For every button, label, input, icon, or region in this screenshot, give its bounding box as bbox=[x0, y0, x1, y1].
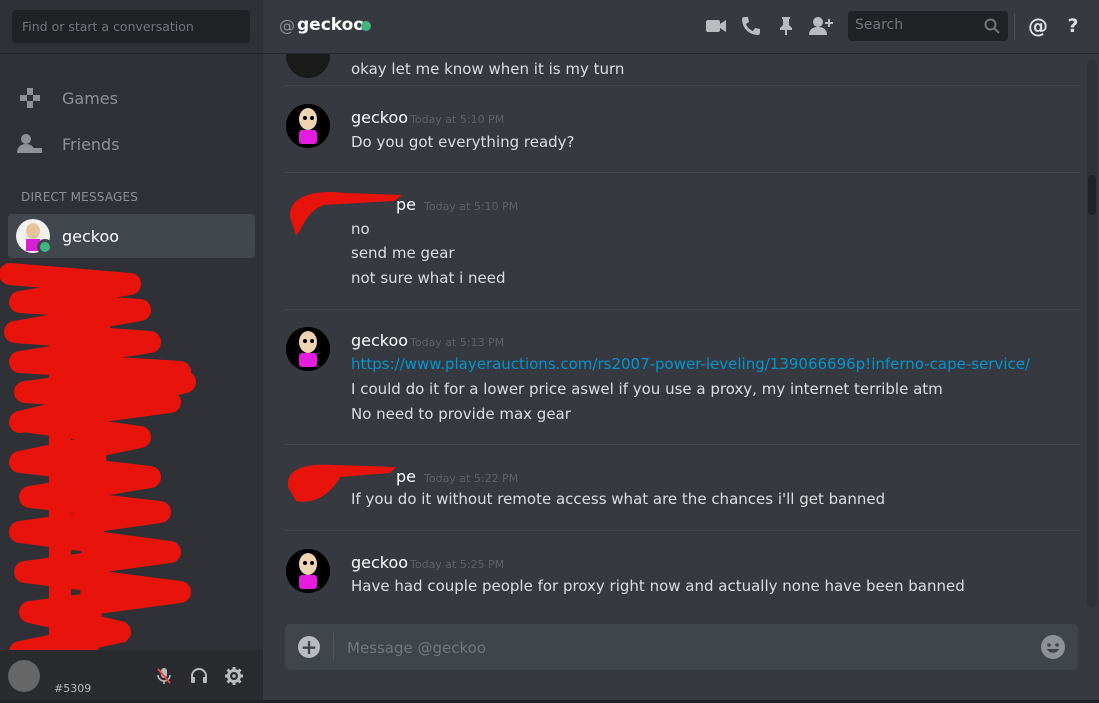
message-author[interactable]: geckoo bbox=[351, 331, 408, 350]
at-icon: @ bbox=[1028, 14, 1048, 38]
search-conversation-input[interactable] bbox=[12, 10, 250, 43]
message-group: geckoo Today at 5:13 PM https://www.play… bbox=[284, 309, 1080, 445]
message-text: Have had couple people for proxy right n… bbox=[351, 577, 965, 595]
message-composer: + bbox=[285, 624, 1078, 670]
online-status-indicator bbox=[37, 239, 53, 255]
censor-scribble bbox=[289, 192, 402, 235]
sidebar: Games Friends DIRECT MESSAGES geckoo #53… bbox=[0, 0, 263, 703]
add-friend-button[interactable] bbox=[808, 13, 834, 39]
avatar bbox=[286, 54, 330, 78]
gamepad-icon bbox=[16, 84, 44, 112]
avatar[interactable] bbox=[286, 327, 330, 371]
message-group: okay let me know when it is my turn bbox=[284, 54, 1080, 84]
search-placeholder: Search bbox=[855, 17, 904, 33]
search-icon bbox=[984, 18, 1000, 34]
channel-title: geckoo bbox=[297, 15, 365, 35]
channel-header: @ geckoo Search @ ? bbox=[263, 0, 1099, 54]
user-panel: #5309 bbox=[0, 650, 263, 703]
message-text: Do you got everything ready? bbox=[351, 133, 575, 151]
dm-item-geckoo[interactable]: geckoo bbox=[8, 214, 255, 258]
pin-icon bbox=[780, 17, 792, 35]
voice-call-button[interactable] bbox=[738, 13, 764, 39]
message-author[interactable]: geckoo bbox=[351, 553, 408, 572]
message-timestamp: Today at 5:22 PM bbox=[424, 472, 519, 485]
sidebar-item-games[interactable]: Games bbox=[12, 78, 252, 118]
user-tag: #5309 bbox=[54, 682, 92, 695]
scrollbar-track[interactable] bbox=[1087, 60, 1097, 608]
user-avatar[interactable] bbox=[8, 660, 40, 692]
message-text: okay let me know when it is my turn bbox=[351, 60, 625, 78]
composer-divider bbox=[333, 633, 334, 661]
message-text: I could do it for a lower price aswel if… bbox=[351, 380, 943, 398]
scrollbar-thumb[interactable] bbox=[1088, 175, 1096, 215]
message-text: not sure what i need bbox=[351, 269, 506, 287]
video-call-button[interactable] bbox=[703, 13, 729, 39]
avatar[interactable] bbox=[286, 549, 330, 593]
sidebar-item-friends[interactable]: Friends bbox=[12, 124, 252, 164]
help-button[interactable]: ? bbox=[1060, 13, 1086, 39]
dm-name: geckoo bbox=[62, 226, 120, 246]
sidebar-item-label: Games bbox=[62, 88, 118, 108]
avatar bbox=[16, 219, 53, 255]
censor-scribble bbox=[0, 263, 196, 683]
plus-icon: + bbox=[300, 635, 318, 659]
message-link[interactable]: https://www.playerauctions.com/rs2007-po… bbox=[351, 355, 1030, 373]
help-icon: ? bbox=[1067, 15, 1079, 37]
mentions-button[interactable]: @ bbox=[1025, 13, 1051, 39]
add-user-icon bbox=[809, 17, 833, 35]
message-text: No need to provide max gear bbox=[351, 405, 571, 423]
search-input[interactable]: Search bbox=[848, 11, 1008, 41]
pinned-messages-button[interactable] bbox=[773, 13, 799, 39]
message-timestamp: Today at 5:13 PM bbox=[410, 336, 505, 349]
user-settings-button[interactable] bbox=[220, 662, 248, 690]
microphone-muted-icon bbox=[157, 668, 171, 684]
message-author[interactable]: geckoo bbox=[351, 108, 408, 127]
message-list[interactable]: okay let me know when it is my turn geck… bbox=[263, 54, 1099, 614]
message-input[interactable] bbox=[345, 632, 1029, 664]
deafen-button[interactable] bbox=[185, 662, 213, 690]
direct-messages-header: DIRECT MESSAGES bbox=[21, 190, 139, 204]
message-group: pe Today at 5:22 PM If you do it without… bbox=[284, 444, 1080, 531]
header-divider bbox=[1014, 14, 1015, 40]
emoji-icon bbox=[1042, 636, 1064, 658]
sidebar-item-label: Friends bbox=[62, 134, 120, 154]
avatar[interactable] bbox=[286, 104, 330, 148]
message-timestamp: Today at 5:10 PM bbox=[410, 113, 505, 126]
video-camera-icon bbox=[706, 20, 726, 32]
message-group: geckoo Today at 5:10 PM Do you got every… bbox=[284, 85, 1080, 172]
at-symbol: @ bbox=[279, 16, 295, 35]
gear-icon bbox=[225, 667, 243, 685]
upload-button[interactable]: + bbox=[298, 636, 320, 658]
mute-mic-button[interactable] bbox=[150, 662, 178, 690]
headphones-icon bbox=[191, 668, 207, 683]
message-timestamp: Today at 5:25 PM bbox=[410, 558, 505, 571]
censor-scribble bbox=[287, 464, 396, 502]
message-text: If you do it without remote access what … bbox=[351, 490, 886, 508]
emoji-picker-button[interactable] bbox=[1041, 635, 1065, 659]
message-timestamp: Today at 5:10 PM bbox=[424, 200, 519, 213]
sidebar-search-wrap bbox=[0, 0, 263, 54]
friends-icon bbox=[16, 130, 44, 158]
message-group: pe Today at 5:10 PM no send me gear not … bbox=[284, 172, 1080, 309]
phone-icon bbox=[742, 17, 760, 35]
message-group: geckoo Today at 5:25 PM Have had couple … bbox=[284, 530, 1080, 607]
online-status-indicator bbox=[361, 21, 371, 31]
